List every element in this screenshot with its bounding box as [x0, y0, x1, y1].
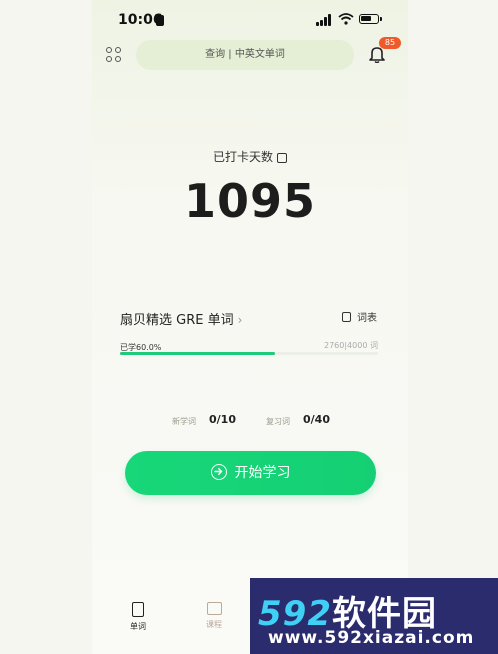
- chevron-right-icon: ›: [237, 313, 243, 327]
- watermark-domain: www.592xiazai.com: [268, 628, 475, 648]
- wordlist-icon: [342, 312, 351, 322]
- sim-icon: [156, 15, 164, 26]
- notification-badge: 85: [379, 37, 401, 49]
- book-title-link[interactable]: 扇贝精选 GRE 单词 ›: [120, 309, 242, 328]
- wordlist-label: 词表: [357, 313, 377, 324]
- wordlist-button[interactable]: 词表: [342, 309, 377, 324]
- tab-words-label: 单词: [130, 622, 146, 631]
- battery-icon: [359, 14, 379, 24]
- start-learning-button[interactable]: 开始学习: [125, 451, 376, 495]
- phone-screen: 10:06 查询 | 中英文单词 85 已打卡天数 1095 扇贝精选 GRE …: [92, 0, 408, 654]
- battery-tip: [380, 17, 382, 21]
- search-input[interactable]: 查询 | 中英文单词: [136, 40, 354, 70]
- progress-bar: [120, 352, 378, 355]
- status-bar: 10:06: [92, 0, 408, 40]
- progress-bar-fill: [120, 352, 275, 355]
- checkin-label: 已打卡天数: [92, 148, 408, 165]
- new-words-label: 新学词: [172, 417, 196, 426]
- cellular-signal-icon: [316, 14, 334, 26]
- start-learning-label: 开始学习: [234, 465, 291, 481]
- progress-count: 2760|4000 词: [324, 341, 378, 350]
- watermark-logo: 592软件园 www.592xiazai.com: [250, 578, 498, 654]
- review-words-label: 复习词: [266, 417, 290, 426]
- checkin-count: 1095: [183, 174, 317, 228]
- book-title: 扇贝精选 GRE 单词: [120, 313, 234, 328]
- arrow-right-icon: [210, 464, 227, 480]
- apps-grid-icon[interactable]: [106, 47, 124, 65]
- checkin-label-text: 已打卡天数: [212, 150, 273, 164]
- new-words-value: 0/10: [209, 413, 236, 426]
- book-icon: [132, 602, 144, 617]
- wifi-icon: [338, 13, 354, 25]
- tab-courses-label: 课程: [206, 620, 222, 629]
- review-words-value: 0/40: [303, 413, 330, 426]
- play-icon: [206, 602, 222, 615]
- tab-words[interactable]: 单词: [118, 602, 158, 632]
- calendar-icon[interactable]: [277, 152, 287, 163]
- tab-courses[interactable]: 课程: [194, 602, 234, 630]
